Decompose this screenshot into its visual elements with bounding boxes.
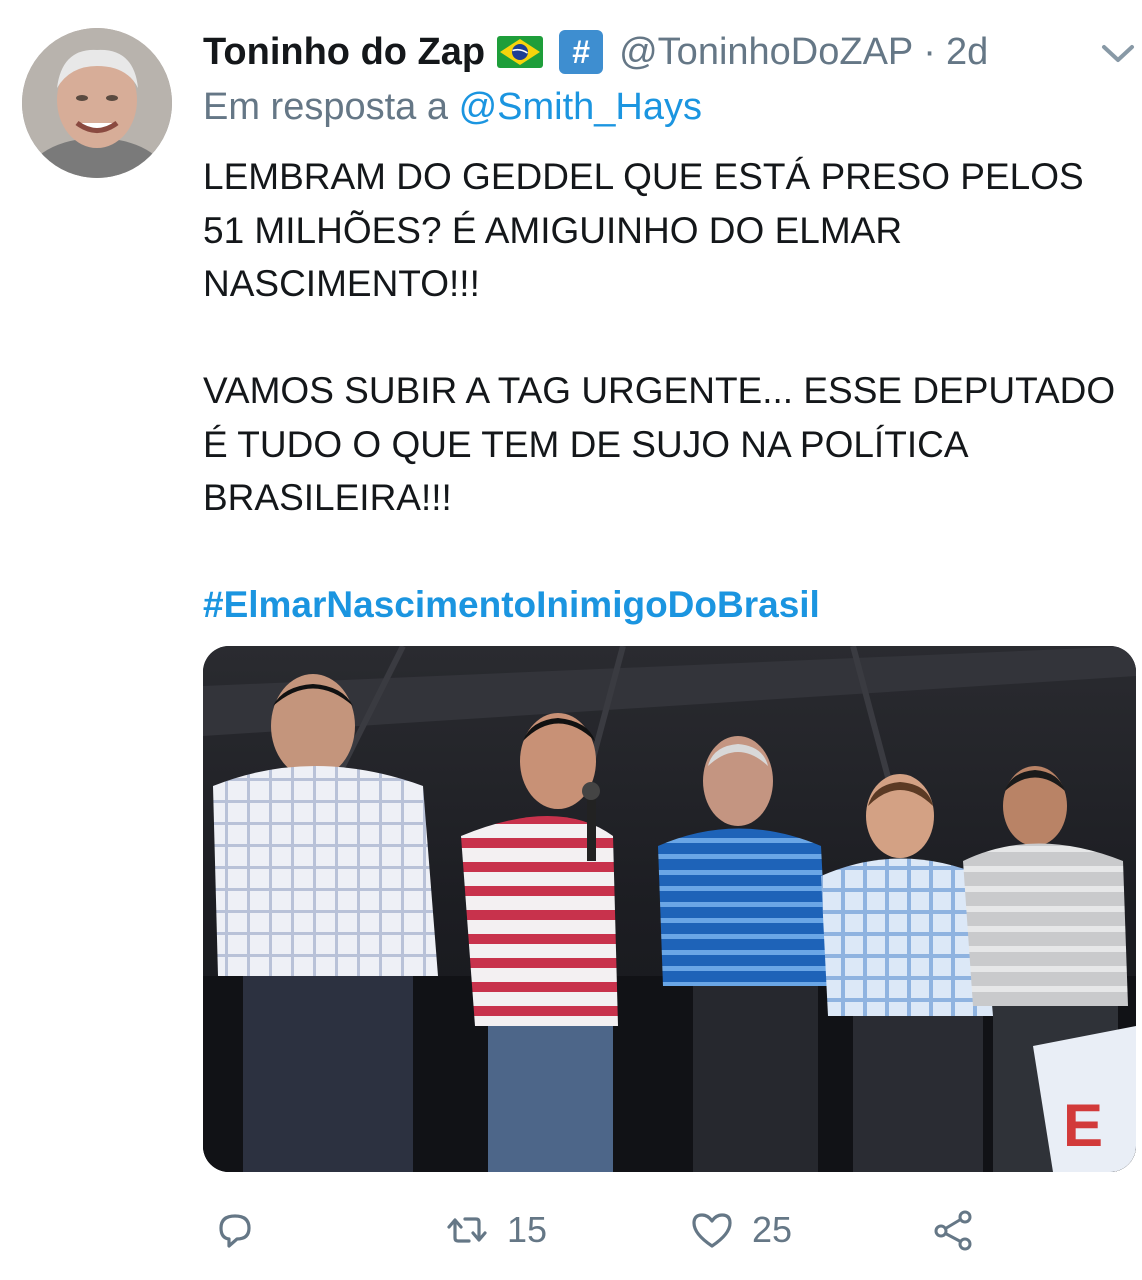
hashtag-link[interactable]: #ElmarNascimentoInimigoDoBrasil xyxy=(203,578,1123,632)
tweet-header: Toninho do Zap # @ToninhoDoZAP · 2d xyxy=(203,28,988,76)
chevron-down-icon[interactable] xyxy=(1098,38,1138,68)
avatar-photo xyxy=(22,28,172,178)
reply-icon xyxy=(219,1214,251,1248)
photo-politicians-on-stage: E xyxy=(203,646,1136,1172)
hash-badge-icon: # xyxy=(559,30,604,74)
share-button[interactable] xyxy=(931,1195,975,1265)
svg-text:E: E xyxy=(1063,1092,1103,1159)
like-count: 25 xyxy=(752,1209,793,1250)
reply-button[interactable] xyxy=(213,1195,275,1265)
reply-prefix: Em resposta a xyxy=(203,86,448,128)
timestamp[interactable]: 2d xyxy=(946,31,988,74)
retweet-count: 15 xyxy=(507,1209,548,1250)
author-avatar[interactable] xyxy=(22,28,172,178)
tweet-actions: 15 25 xyxy=(203,1195,1133,1265)
author-name[interactable]: Toninho do Zap xyxy=(203,31,485,74)
reply-context: Em resposta a @Smith_Hays xyxy=(203,86,702,129)
heart-icon xyxy=(692,1213,732,1248)
retweet-icon xyxy=(447,1217,487,1243)
author-handle[interactable]: @ToninhoDoZAP xyxy=(619,31,913,74)
tweet[interactable]: Toninho do Zap # @ToninhoDoZAP · 2d Em r… xyxy=(0,0,1142,1280)
like-button[interactable]: 25 xyxy=(690,1195,792,1265)
share-icon xyxy=(934,1210,972,1251)
tweet-text: LEMBRAM DO GEDDEL QUE ESTÁ PRESO PELOS 5… xyxy=(203,150,1123,632)
reply-mention-link[interactable]: @Smith_Hays xyxy=(459,86,702,128)
retweet-button[interactable]: 15 xyxy=(445,1195,547,1265)
tweet-paragraph-1: LEMBRAM DO GEDDEL QUE ESTÁ PRESO PELOS 5… xyxy=(203,156,1084,304)
brazil-flag-icon xyxy=(497,36,544,68)
tweet-photo[interactable]: E xyxy=(203,646,1136,1172)
tweet-paragraph-2: VAMOS SUBIR A TAG URGENTE... ESSE DEPUTA… xyxy=(203,370,1116,518)
separator: · xyxy=(923,30,936,73)
